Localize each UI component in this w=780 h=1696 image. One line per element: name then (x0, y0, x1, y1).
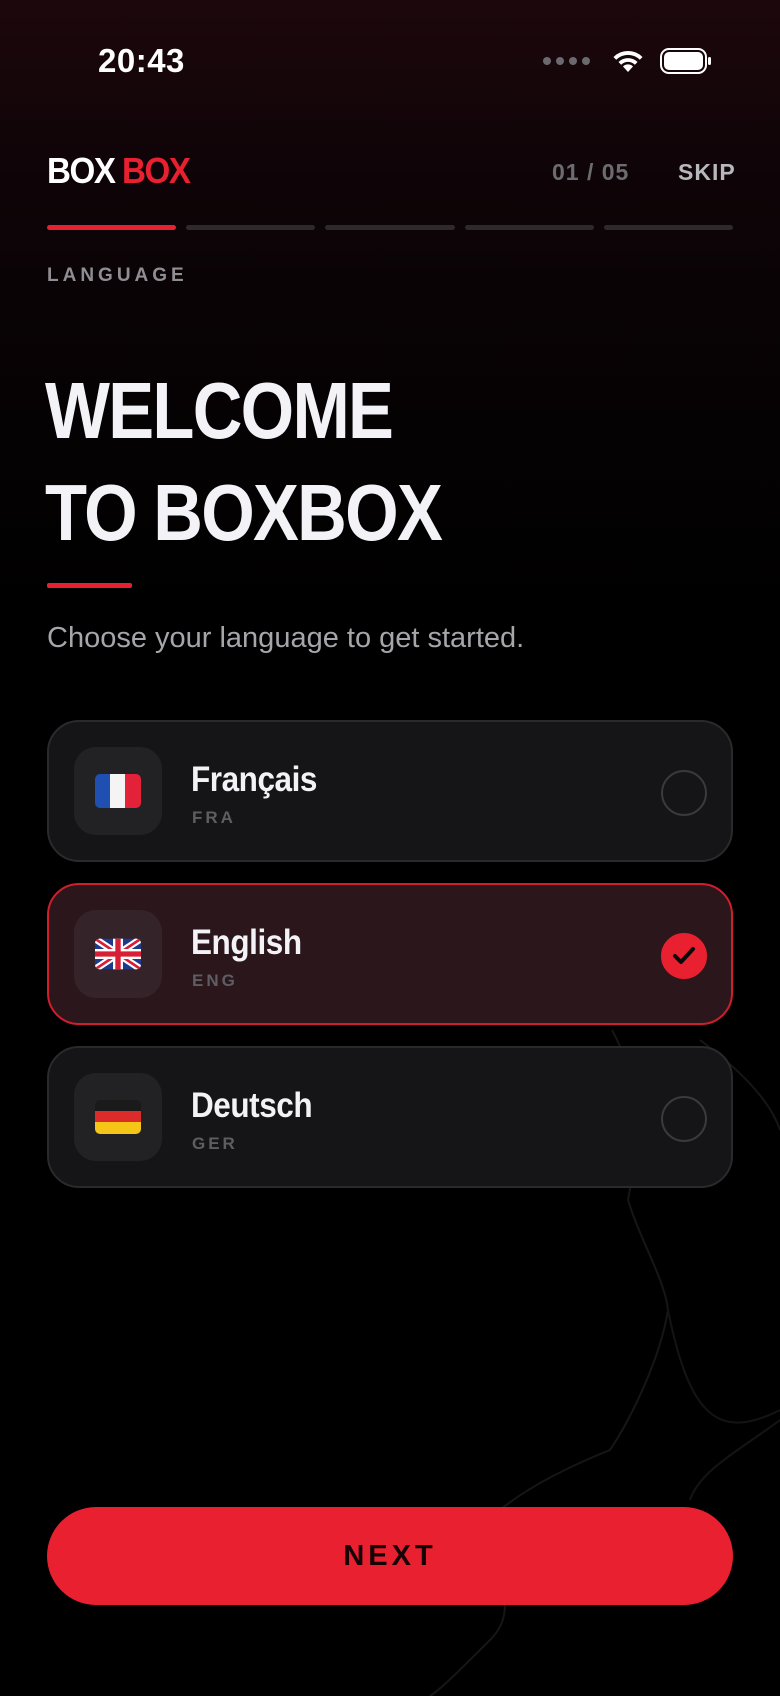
radio-checked[interactable] (661, 933, 707, 979)
language-option-english[interactable]: English ENG (47, 883, 733, 1025)
section-label: LANGUAGE (47, 265, 188, 286)
status-time: 20:43 (98, 42, 185, 79)
language-code: ENG (192, 971, 238, 990)
battery-icon (660, 48, 711, 74)
skip-button[interactable]: SKIP (678, 159, 736, 186)
progress-segment-4 (464, 225, 594, 230)
progress-segment-3 (325, 225, 455, 230)
page-title-line1: WELCOME (45, 366, 394, 455)
language-list: Français FRA English ENG Deutsch GER (47, 720, 733, 1209)
language-code: GER (192, 1134, 238, 1153)
brand-logo-part1: BOX (47, 150, 116, 191)
radio-unchecked[interactable] (661, 770, 707, 816)
language-option-german[interactable]: Deutsch GER (47, 1046, 733, 1188)
cellular-signal-icon (543, 57, 590, 65)
language-name: English (191, 923, 302, 962)
brand-logo-part2: BOX (121, 150, 191, 191)
progress-segment-5 (603, 225, 734, 230)
step-counter: 01 / 05 (552, 159, 630, 185)
onboarding-progress-bar (47, 225, 734, 230)
flag-container (74, 747, 162, 835)
progress-segment-2 (186, 225, 316, 230)
title-accent-divider (47, 583, 132, 588)
page-title-line2: TO BOXBOX (45, 468, 443, 557)
next-button-label: NEXT (343, 1539, 437, 1572)
wifi-icon (613, 50, 643, 72)
page-title: WELCOME TO BOXBOX (45, 360, 725, 564)
language-code: FRA (192, 808, 236, 827)
flag-container (74, 910, 162, 998)
radio-unchecked[interactable] (661, 1096, 707, 1142)
france-flag-icon (95, 774, 141, 808)
next-button[interactable]: NEXT (47, 1507, 733, 1605)
onboarding-screen: 20:43 BOX BOX 01 / 05 SKIP LANGUAGE WELCO… (0, 0, 780, 1696)
page-subtitle: Choose your language to get started. (47, 622, 525, 654)
checkmark-icon (673, 947, 695, 964)
germany-flag-icon (95, 1100, 141, 1134)
flag-container (74, 1073, 162, 1161)
uk-flag-icon (95, 938, 141, 970)
language-option-french[interactable]: Français FRA (47, 720, 733, 862)
brand-logo: BOX BOX (47, 150, 191, 192)
progress-segment-1 (47, 225, 177, 230)
language-name: Deutsch (191, 1086, 313, 1125)
language-name: Français (191, 760, 317, 799)
status-indicators (543, 48, 712, 74)
